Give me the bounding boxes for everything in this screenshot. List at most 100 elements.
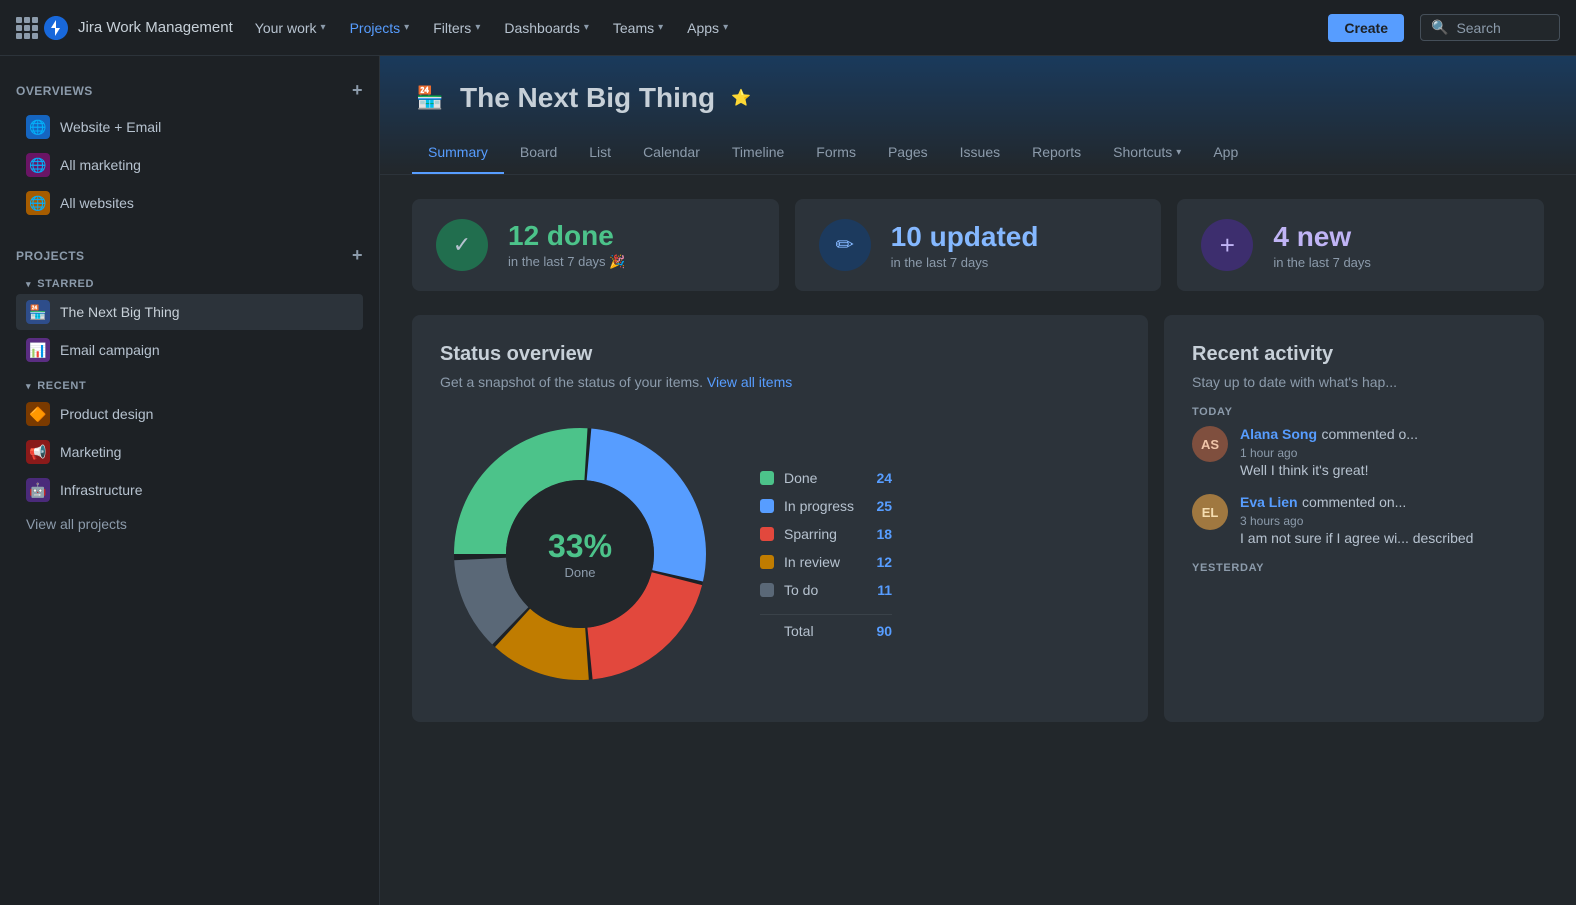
- overviews-heading: Overviews +: [16, 80, 363, 101]
- create-button[interactable]: Create: [1328, 14, 1404, 42]
- grid-icon[interactable]: [16, 17, 38, 39]
- logo[interactable]: Jira Work Management: [42, 14, 233, 42]
- search-box[interactable]: 🔍 Search: [1420, 14, 1560, 41]
- tab-summary[interactable]: Summary: [412, 136, 504, 174]
- nav-projects[interactable]: Projects ▾: [340, 14, 420, 42]
- activity-body-alana: Alana Song commented o... 1 hour ago Wel…: [1240, 426, 1516, 478]
- chevron-down-icon: ▾: [723, 22, 728, 33]
- legend: Done 24 In progress 25 Sparring: [760, 470, 892, 639]
- sidebar-item-infrastructure[interactable]: 🤖 Infrastructure: [16, 472, 363, 508]
- status-overview-card: Status overview Get a snapshot of the st…: [412, 315, 1148, 722]
- project-tabs: Summary Board List Calendar Timeline For…: [412, 136, 1544, 174]
- tab-reports[interactable]: Reports: [1016, 136, 1097, 174]
- tab-timeline[interactable]: Timeline: [716, 136, 800, 174]
- view-all-items-link[interactable]: View all items: [707, 374, 792, 390]
- stat-done-content: 12 done in the last 7 days 🎉: [508, 220, 625, 270]
- activity-user-eva[interactable]: Eva Lien: [1240, 494, 1298, 510]
- sidebar-item-all-websites[interactable]: 🌐 All websites: [16, 185, 363, 221]
- legend-item-in-progress: In progress 25: [760, 498, 892, 514]
- avatar-alana: AS: [1192, 426, 1228, 462]
- activity-comment-eva: I am not sure if I agree wi... described: [1240, 530, 1516, 546]
- project-title-row: 🏪 The Next Big Thing ⭐: [412, 80, 1544, 116]
- stat-card-done[interactable]: ✓ 12 done in the last 7 days 🎉: [412, 199, 779, 291]
- all-marketing-icon: 🌐: [26, 153, 50, 177]
- view-all-projects[interactable]: View all projects: [16, 510, 363, 538]
- donut-chart: 33% Done: [440, 414, 720, 694]
- content-area: 🏪 The Next Big Thing ⭐ Summary Board Lis…: [380, 56, 1576, 905]
- activity-user-alana[interactable]: Alana Song: [1240, 426, 1317, 442]
- recent-subsection: ▾ Recent: [26, 380, 363, 392]
- sidebar-item-all-marketing[interactable]: 🌐 All marketing: [16, 147, 363, 183]
- status-overview-title: Status overview: [440, 343, 1120, 366]
- all-websites-icon: 🌐: [26, 191, 50, 215]
- recent-activity-sub: Stay up to date with what's hap...: [1192, 374, 1516, 390]
- lower-section: Status overview Get a snapshot of the st…: [412, 315, 1544, 722]
- donut-percent: 33%: [548, 528, 612, 565]
- avatar-eva: EL: [1192, 494, 1228, 530]
- main-layout: Overviews + 🌐 Website + Email 🌐 All mark…: [0, 56, 1576, 905]
- topnav: Jira Work Management Your work ▾ Project…: [0, 0, 1576, 56]
- nav-filters[interactable]: Filters ▾: [423, 14, 490, 42]
- chevron-down-icon: ▾: [584, 22, 589, 33]
- stats-row: ✓ 12 done in the last 7 days 🎉 ✏ 10 upda…: [412, 199, 1544, 291]
- recent-activity-card: Recent activity Stay up to date with wha…: [1164, 315, 1544, 722]
- yesterday-label: YESTERDAY: [1192, 562, 1516, 574]
- nav-apps[interactable]: Apps ▾: [677, 14, 738, 42]
- search-icon: 🔍: [1431, 19, 1448, 36]
- marketing-icon: 📢: [26, 440, 50, 464]
- stat-updated-content: 10 updated in the last 7 days: [891, 221, 1039, 270]
- tab-issues[interactable]: Issues: [944, 136, 1016, 174]
- stat-done-sub: in the last 7 days 🎉: [508, 254, 625, 270]
- legend-dot-done: [760, 471, 774, 485]
- sidebar-item-next-big-thing[interactable]: 🏪 The Next Big Thing: [16, 294, 363, 330]
- product-design-icon: 🔶: [26, 402, 50, 426]
- add-overview-button[interactable]: +: [352, 80, 363, 101]
- done-icon: ✓: [436, 219, 488, 271]
- donut-label: Done: [548, 565, 612, 580]
- donut-center: 33% Done: [548, 528, 612, 580]
- tab-forms[interactable]: Forms: [800, 136, 872, 174]
- tab-app[interactable]: App: [1197, 136, 1254, 174]
- chevron-down-icon: ▾: [1176, 147, 1181, 158]
- legend-item-in-review: In review 12: [760, 554, 892, 570]
- starred-subsection: ▾ Starred: [26, 278, 363, 290]
- recent-chevron-icon: ▾: [26, 381, 31, 392]
- project-emoji: 🏪: [412, 80, 448, 116]
- website-email-icon: 🌐: [26, 115, 50, 139]
- activity-body-eva: Eva Lien commented on... 3 hours ago I a…: [1240, 494, 1516, 546]
- stat-card-new[interactable]: + 4 new in the last 7 days: [1177, 199, 1544, 291]
- legend-dot-to-do: [760, 583, 774, 597]
- updated-icon: ✏: [819, 219, 871, 271]
- add-project-button[interactable]: +: [352, 245, 363, 266]
- project-star-icon[interactable]: ⭐: [731, 88, 751, 108]
- status-overview-sub: Get a snapshot of the status of your ite…: [440, 374, 1120, 390]
- legend-dot-sparring: [760, 527, 774, 541]
- email-campaign-icon: 📊: [26, 338, 50, 362]
- tab-list[interactable]: List: [573, 136, 627, 174]
- chevron-down-icon: ▾: [321, 22, 326, 33]
- project-header: 🏪 The Next Big Thing ⭐ Summary Board Lis…: [380, 56, 1576, 175]
- sidebar-item-email-campaign[interactable]: 📊 Email campaign: [16, 332, 363, 368]
- tab-calendar[interactable]: Calendar: [627, 136, 716, 174]
- legend-item-total: Total 90: [760, 614, 892, 639]
- stat-updated-number: 10 updated: [891, 221, 1039, 253]
- next-big-thing-icon: 🏪: [26, 300, 50, 324]
- nav-your-work[interactable]: Your work ▾: [245, 14, 336, 42]
- tab-board[interactable]: Board: [504, 136, 573, 174]
- activity-item-eva: EL Eva Lien commented on... 3 hours ago …: [1192, 494, 1516, 546]
- nav-dashboards[interactable]: Dashboards ▾: [494, 14, 599, 42]
- nav-teams[interactable]: Teams ▾: [603, 14, 673, 42]
- tab-pages[interactable]: Pages: [872, 136, 944, 174]
- sidebar-item-product-design[interactable]: 🔶 Product design: [16, 396, 363, 432]
- summary-content: ✓ 12 done in the last 7 days 🎉 ✏ 10 upda…: [380, 175, 1576, 905]
- sidebar-item-website-email[interactable]: 🌐 Website + Email: [16, 109, 363, 145]
- stat-updated-sub: in the last 7 days: [891, 255, 1039, 270]
- tab-shortcuts[interactable]: Shortcuts ▾: [1097, 136, 1197, 174]
- legend-item-sparring: Sparring 18: [760, 526, 892, 542]
- sidebar-item-marketing[interactable]: 📢 Marketing: [16, 434, 363, 470]
- infrastructure-icon: 🤖: [26, 478, 50, 502]
- activity-time-alana: 1 hour ago: [1240, 446, 1516, 460]
- logo-text: Jira Work Management: [78, 19, 233, 36]
- stat-card-updated[interactable]: ✏ 10 updated in the last 7 days: [795, 199, 1162, 291]
- activity-action-alana: commented o...: [1321, 426, 1418, 442]
